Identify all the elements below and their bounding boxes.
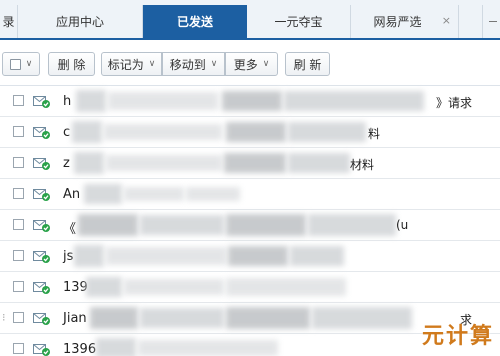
tab-app-center[interactable]: 应用中心 xyxy=(18,5,143,38)
move-to-button[interactable]: 移动到 ∨ xyxy=(162,52,225,76)
row-subject: 》请求 xyxy=(436,96,473,110)
row-subject: 材料 xyxy=(350,158,375,172)
tab-inbox-partial[interactable]: 录 xyxy=(0,5,18,38)
more-label: 更多 xyxy=(233,57,258,72)
mail-sent-icon xyxy=(33,127,50,139)
row-sender: Jian xyxy=(63,311,87,326)
row-checkbox[interactable] xyxy=(13,126,24,137)
row-subject: (u xyxy=(396,218,409,232)
row-sender: An xyxy=(63,187,81,202)
mail-sent-icon xyxy=(33,282,50,294)
row-checkbox[interactable] xyxy=(13,281,24,292)
row-checkbox[interactable] xyxy=(13,312,24,323)
more-button[interactable]: 更多 ∨ xyxy=(225,52,278,76)
chevron-down-icon: ∨ xyxy=(262,59,270,69)
checkbox-icon[interactable] xyxy=(9,58,21,70)
chevron-down-icon: ∨ xyxy=(25,59,33,69)
tab-overflow-icon[interactable] xyxy=(482,5,500,38)
mail-list: h 》请求 c 料 z 材料 An 《 (u js 139 ⁝ Jian 求 1… xyxy=(0,86,500,356)
mark-as-label: 标记为 xyxy=(107,57,144,72)
row-checkbox[interactable] xyxy=(13,250,24,261)
mail-sent-icon xyxy=(33,220,50,232)
mail-sent-icon xyxy=(33,189,50,201)
tab-yiyuan-duobao[interactable]: 一元夺宝 xyxy=(247,5,351,38)
select-all-dropdown[interactable]: ∨ xyxy=(2,52,40,76)
tab-sent[interactable]: 已发送 xyxy=(143,5,247,38)
row-sender: 《 xyxy=(63,222,77,237)
mail-row[interactable]: An xyxy=(0,179,500,210)
delete-label: 删 除 xyxy=(57,57,86,72)
row-checkbox[interactable] xyxy=(13,343,24,354)
refresh-button[interactable]: 刷 新 xyxy=(285,52,330,76)
row-sender: 139 xyxy=(63,280,88,295)
mail-sent-icon xyxy=(33,313,50,325)
chevron-down-icon: ∨ xyxy=(210,59,218,69)
mail-row[interactable]: js xyxy=(0,241,500,272)
tab-label: 已发送 xyxy=(176,15,213,29)
mark-as-button[interactable]: 标记为 ∨ xyxy=(101,52,162,76)
row-checkbox[interactable] xyxy=(13,188,24,199)
row-sender: 1396 xyxy=(63,342,97,356)
mail-sent-icon xyxy=(33,158,50,170)
mail-row[interactable]: 139 xyxy=(0,272,500,303)
tab-label: 网易严选 xyxy=(373,15,422,29)
tab-bar: 录 应用中心 已发送 一元夺宝 网易严选 × xyxy=(0,0,500,40)
tab-label: 应用中心 xyxy=(55,15,104,29)
mail-row[interactable]: 《 (u xyxy=(0,210,500,241)
tab-netease-yanxuan[interactable]: 网易严选 × xyxy=(351,5,459,38)
row-sender: js xyxy=(63,249,74,264)
mail-sent-icon xyxy=(33,96,50,108)
move-to-label: 移动到 xyxy=(169,57,206,72)
chevron-down-icon: ∨ xyxy=(148,59,156,69)
row-checkbox[interactable] xyxy=(13,95,24,106)
row-checkbox[interactable] xyxy=(13,157,24,168)
row-sender: z xyxy=(63,156,70,171)
refresh-label: 刷 新 xyxy=(293,57,322,72)
drag-handle-icon[interactable]: ⁝ xyxy=(2,311,6,324)
mail-sent-icon xyxy=(33,251,50,263)
row-subject: 料 xyxy=(368,127,381,141)
mail-row[interactable]: c 料 xyxy=(0,117,500,148)
watermark-logo: 元计算 xyxy=(421,324,494,349)
tab-label: 录 xyxy=(2,15,15,29)
toolbar: ∨ 删 除 标记为 ∨ 移动到 ∨ 更多 ∨ 刷 新 xyxy=(0,42,500,86)
mail-row[interactable]: h 》请求 xyxy=(0,86,500,117)
row-sender: h xyxy=(63,94,72,109)
close-icon[interactable]: × xyxy=(442,14,451,27)
row-checkbox[interactable] xyxy=(13,219,24,230)
tab-label: 一元夺宝 xyxy=(274,15,323,29)
mail-sent-icon xyxy=(33,344,50,356)
row-sender: c xyxy=(63,125,71,140)
delete-button[interactable]: 删 除 xyxy=(48,52,95,76)
mail-row[interactable]: z 材料 xyxy=(0,148,500,179)
